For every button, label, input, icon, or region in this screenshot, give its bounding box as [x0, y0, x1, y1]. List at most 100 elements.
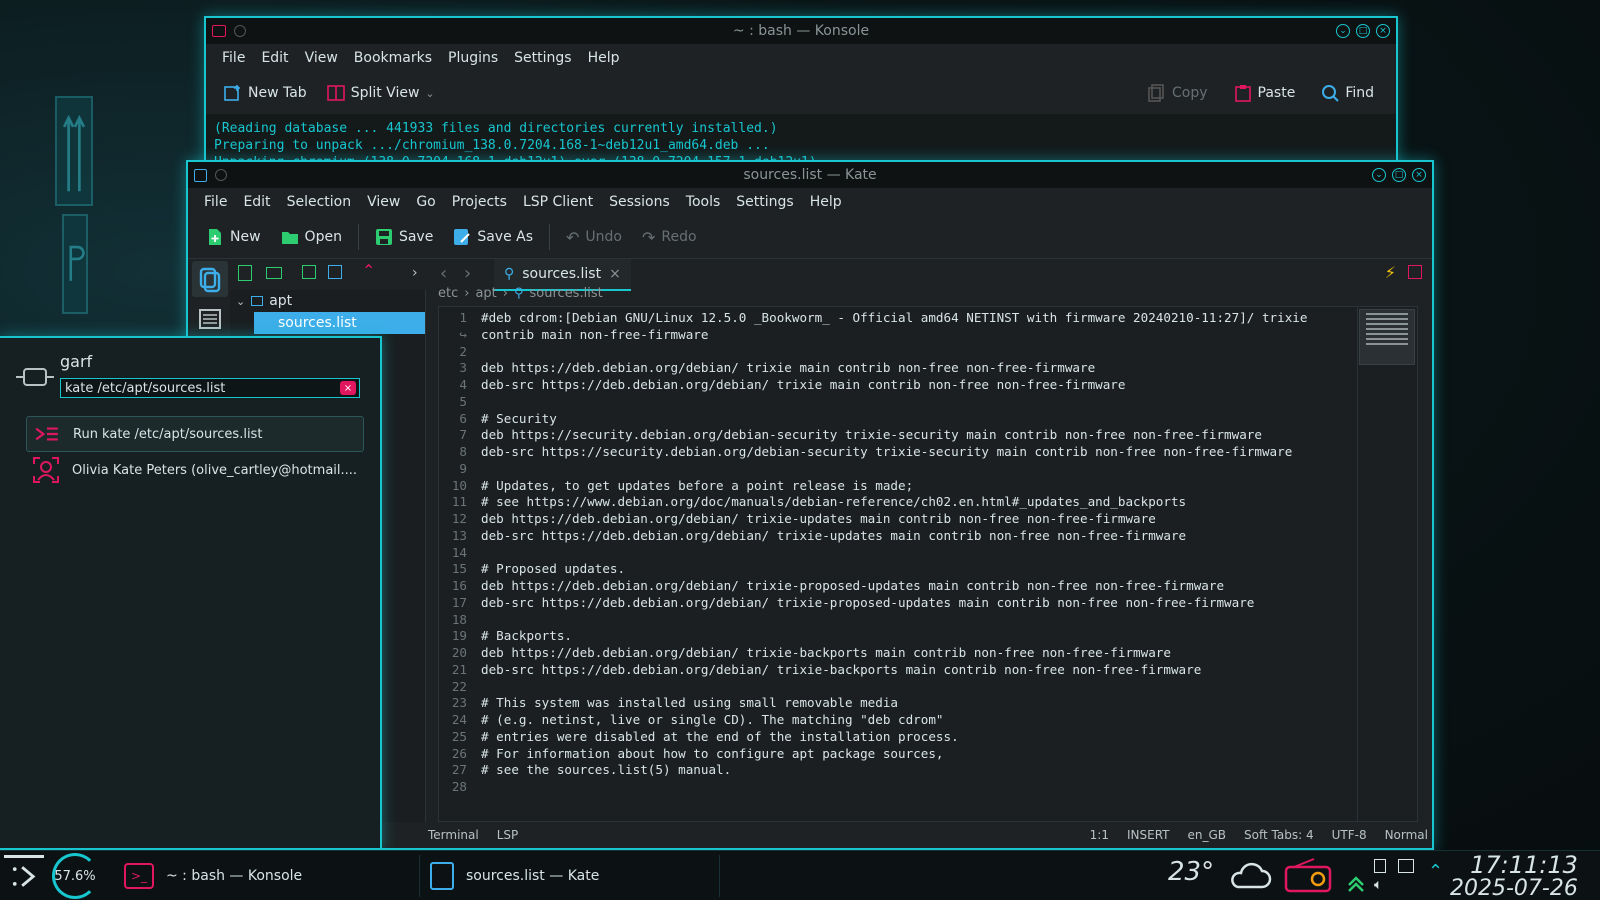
kate-titlebar[interactable]: sources.list — Kate ⌄ □ ×	[188, 162, 1432, 188]
krunner-search-input[interactable]	[60, 378, 360, 398]
weather-temperature[interactable]: 23°	[1168, 857, 1214, 887]
breadcrumb-etc[interactable]: etc	[438, 286, 458, 301]
mode-setting[interactable]: Normal	[1385, 828, 1428, 842]
back-icon[interactable]: ‹	[440, 263, 447, 284]
code-line[interactable]: 2	[439, 344, 1417, 361]
menu-help[interactable]: Help	[580, 50, 628, 66]
cloud-icon[interactable]	[1228, 861, 1272, 891]
code-line[interactable]: 25 # entries were disabled at the end of …	[439, 729, 1417, 746]
maximize-icon[interactable]: □	[1392, 168, 1406, 182]
scrollbar-minimap[interactable]	[1357, 307, 1417, 821]
code-line[interactable]: 11 # see https://www.debian.org/doc/manua…	[439, 494, 1417, 511]
code-line[interactable]: 1 #deb cdrom:[Debian GNU/Linux 12.5.0 _Bo…	[439, 310, 1417, 327]
minimize-icon[interactable]: ⌄	[1372, 168, 1386, 182]
terminal-tab[interactable]: Terminal	[428, 828, 479, 842]
breadcrumb-apt[interactable]: apt	[475, 286, 496, 301]
new-button[interactable]: New	[198, 224, 269, 250]
save-small-icon[interactable]	[302, 265, 316, 279]
code-line[interactable]: 27 # see the sources.list(5) manual.	[439, 762, 1417, 779]
digital-clock[interactable]: 17:11:13 2025-07-26	[1450, 853, 1578, 900]
code-line[interactable]: 17 deb-src https://deb.debian.org/debian/…	[439, 595, 1417, 612]
clipboard-icon[interactable]	[1374, 859, 1386, 873]
find-button[interactable]: Find	[1313, 80, 1382, 106]
undo-button[interactable]: ↶ Undo	[558, 224, 630, 251]
new-tab-button[interactable]: New Tab	[216, 80, 315, 106]
cursor-position[interactable]: 1:1	[1090, 828, 1109, 842]
code-line[interactable]: 20 deb https://deb.debian.org/debian/ tri…	[439, 645, 1417, 662]
code-line[interactable]: 3 deb https://deb.debian.org/debian/ trix…	[439, 360, 1417, 377]
code-line[interactable]: 13 deb-src https://deb.debian.org/debian/…	[439, 528, 1417, 545]
save-all-icon[interactable]	[328, 265, 342, 279]
volume-icon[interactable]: 🔈︎	[1374, 877, 1382, 893]
pin-icon[interactable]	[215, 169, 227, 181]
menu-lsp-client[interactable]: LSP Client	[515, 194, 601, 210]
menu-edit[interactable]: Edit	[253, 50, 296, 66]
code-line[interactable]: 15 # Proposed updates.	[439, 561, 1417, 578]
split-view-button[interactable]: Split View ⌄	[319, 80, 443, 106]
go-up-icon[interactable]: ⌃	[362, 261, 375, 280]
code-lines[interactable]: 1 #deb cdrom:[Debian GNU/Linux 12.5.0 _Bo…	[439, 307, 1417, 796]
display-icon[interactable]	[1398, 859, 1414, 873]
breadcrumb-file[interactable]: sources.list	[530, 286, 603, 301]
menu-view[interactable]: View	[297, 50, 346, 66]
code-line[interactable]: 22	[439, 679, 1417, 696]
krunner-panel[interactable]: garf × Run kate /etc/apt/sources.list Ol…	[0, 336, 382, 850]
close-tab-icon[interactable]: ×	[609, 266, 621, 282]
konsole-window[interactable]: ~ : bash — Konsole ⌄ □ × File Edit View …	[204, 16, 1398, 194]
menu-file[interactable]: File	[196, 194, 235, 210]
clear-search-icon[interactable]: ×	[340, 381, 356, 395]
lsp-tab[interactable]: LSP	[497, 828, 519, 842]
code-line[interactable]: 6 # Security	[439, 411, 1417, 428]
tree-file-sources-list[interactable]: sources.list	[254, 312, 425, 334]
save-as-button[interactable]: Save As	[445, 224, 541, 250]
code-line[interactable]: 19 # Backports.	[439, 628, 1417, 645]
menu-file[interactable]: File	[214, 50, 253, 66]
minimize-icon[interactable]: ⌄	[1336, 24, 1350, 38]
forward-icon[interactable]: ›	[464, 263, 471, 284]
paste-button[interactable]: Paste	[1226, 80, 1304, 106]
pin-icon[interactable]	[234, 25, 246, 37]
new-file-icon[interactable]	[238, 265, 252, 281]
minimap[interactable]	[1359, 309, 1415, 365]
menu-go[interactable]: Go	[408, 194, 443, 210]
code-line[interactable]: 4 deb-src https://deb.debian.org/debian/ …	[439, 377, 1417, 394]
battery-indicator[interactable]: 57.6%	[52, 853, 98, 899]
code-line[interactable]: 28	[439, 779, 1417, 796]
code-line[interactable]: 10 # Updates, to get updates before a poi…	[439, 478, 1417, 495]
split-editor-icon[interactable]	[1408, 265, 1422, 279]
task-konsole[interactable]: >_ ~ : bash — Konsole	[114, 855, 420, 897]
code-line[interactable]: 21 deb-src https://deb.debian.org/debian/…	[439, 662, 1417, 679]
encoding[interactable]: UTF-8	[1332, 828, 1367, 842]
task-kate[interactable]: sources.list — Kate	[420, 855, 720, 897]
menu-selection[interactable]: Selection	[279, 194, 360, 210]
code-line[interactable]: 23 # This system was installed using smal…	[439, 695, 1417, 712]
result-run-command[interactable]: Run kate /etc/apt/sources.list	[26, 416, 364, 452]
menu-bookmarks[interactable]: Bookmarks	[346, 50, 440, 66]
redo-button[interactable]: ↷ Redo	[634, 224, 705, 251]
menu-settings[interactable]: Settings	[506, 50, 579, 66]
code-line[interactable]: 14	[439, 545, 1417, 562]
tray-expand-icon[interactable]: ⌃	[1428, 861, 1443, 882]
menu-settings[interactable]: Settings	[728, 194, 801, 210]
documents-sidebar-button[interactable]	[192, 261, 228, 297]
menu-view[interactable]: View	[359, 194, 408, 210]
konsole-titlebar[interactable]: ~ : bash — Konsole ⌄ □ ×	[206, 18, 1396, 44]
code-line[interactable]: 5	[439, 394, 1417, 411]
code-line[interactable]: 7 deb https://security.debian.org/debian-…	[439, 427, 1417, 444]
open-button[interactable]: Open	[273, 224, 350, 250]
maximize-icon[interactable]: □	[1356, 24, 1370, 38]
close-icon[interactable]: ×	[1412, 168, 1426, 182]
menu-edit[interactable]: Edit	[235, 194, 278, 210]
result-contact[interactable]: Olivia Kate Peters (olive_cartley@hotmai…	[26, 452, 364, 488]
network-up-icon[interactable]	[1346, 873, 1366, 893]
new-folder-icon[interactable]	[266, 267, 282, 279]
outline-sidebar-button[interactable]	[192, 304, 228, 334]
radio-icon[interactable]	[1284, 857, 1332, 893]
code-line[interactable]: ↪ contrib main non-free-firmware	[439, 327, 1417, 344]
copy-button[interactable]: Copy	[1140, 80, 1216, 106]
dictionary[interactable]: en_GB	[1188, 828, 1227, 842]
code-line[interactable]: 8 deb-src https://security.debian.org/deb…	[439, 444, 1417, 461]
menu-sessions[interactable]: Sessions	[601, 194, 678, 210]
code-line[interactable]: 24 # (e.g. netinst, live or single CD). T…	[439, 712, 1417, 729]
chevron-down-icon[interactable]: ⌄	[425, 87, 434, 100]
